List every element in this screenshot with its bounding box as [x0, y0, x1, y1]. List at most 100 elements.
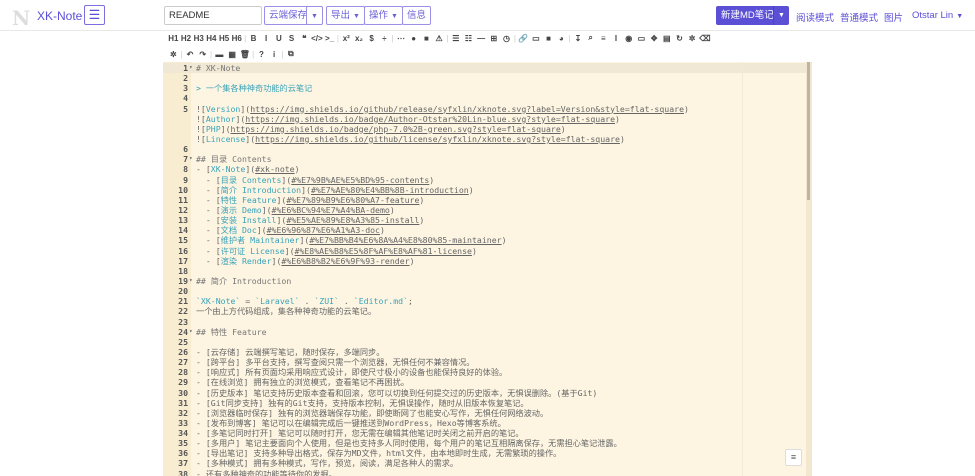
brand-link[interactable]: XK-Note [37, 9, 82, 23]
undo-button[interactable]: ↶ [184, 50, 197, 59]
quote-button[interactable]: ❝ [298, 34, 311, 43]
h1-button[interactable]: H1 [167, 34, 180, 43]
token: ) [684, 103, 689, 114]
line-number: 9 [183, 174, 188, 185]
link-button[interactable]: 🔗 [517, 34, 530, 43]
fold-toggle-icon[interactable]: ▾ [189, 63, 193, 73]
code-button[interactable]: </> [311, 34, 324, 43]
search-button[interactable]: ⌕ [584, 33, 597, 43]
images-link[interactable]: 图片 [884, 10, 903, 24]
subscript-button[interactable]: x₂ [353, 34, 366, 43]
fullscreen-button[interactable]: ▭ [635, 34, 648, 43]
line-button[interactable]: — [475, 34, 488, 43]
help-button[interactable]: ? [255, 50, 268, 59]
fold-toggle-icon[interactable]: ▾ [189, 327, 193, 337]
token: - [ [196, 204, 221, 215]
token: ) [615, 113, 620, 124]
cloud-save-label: 云端保存 [269, 10, 308, 21]
h4-button[interactable]: H4 [205, 34, 218, 43]
align-justify-button[interactable]: ≡ [597, 34, 610, 43]
circle-button[interactable]: ● [407, 34, 420, 43]
scrollbar-thumb[interactable] [807, 62, 810, 200]
user-menu[interactable]: Otstar Lin ▼ [912, 10, 963, 21]
line-number: 35 [178, 438, 188, 449]
pagebreak-button[interactable]: ↧ [572, 34, 585, 43]
settings-button[interactable]: ✲ [686, 34, 699, 43]
italic-button[interactable]: I [260, 34, 273, 43]
fold-toggle-icon[interactable]: ▾ [189, 276, 193, 286]
token: ]( [240, 103, 251, 114]
trash-button[interactable]: 🗑 [238, 50, 251, 59]
table-button[interactable]: ⊞ [488, 34, 501, 43]
underline-button[interactable]: U [273, 34, 286, 43]
normal-mode-link[interactable]: 普通模式 [840, 10, 878, 24]
file-button[interactable]: ▤ [660, 34, 673, 43]
divide-button[interactable]: ÷ [378, 34, 391, 43]
actions-dropdown[interactable]: 操作 ▼ [364, 6, 403, 25]
refresh-button[interactable]: ↻ [673, 34, 686, 43]
token: ## 简介 Introduction [196, 275, 292, 286]
video-button[interactable]: ■ [542, 34, 555, 43]
markdown-editor[interactable]: 1 ▾ # XK-Note 2 3 > 一个集各种神奇功能的云笔记 4 5 ![Version]… [163, 62, 812, 476]
code-block-button[interactable]: >_ [323, 34, 336, 43]
line-number: 16 [178, 245, 188, 256]
export-dropdown[interactable]: 导出 ▼ [326, 6, 365, 25]
line-text: - [Git同步支持] 独有的Git支持，支持版本控制，无惧误操作，随时从旧版本… [196, 398, 529, 408]
line-text: 一个由上方代码组成，集各种神奇功能的云笔记。 [196, 306, 376, 316]
line-number: 34 [178, 428, 188, 439]
note-title-input[interactable] [164, 6, 262, 25]
eraser-button[interactable]: ⌫ [699, 34, 712, 43]
caret-down-icon[interactable]: ▼ [773, 6, 789, 25]
token: #%E7%AE%80%E4%BB%8B-introduction [310, 184, 469, 195]
line-text: > 一个集各种神奇功能的云笔记 [196, 83, 312, 93]
strikethrough-button[interactable]: S [285, 34, 298, 43]
vertical-scrollbar[interactable] [806, 62, 812, 476]
toc-button[interactable]: ≡ [785, 449, 802, 466]
token: ]( [256, 225, 267, 236]
line-number: 18 [178, 265, 188, 276]
emoji-button[interactable]: ◕ [555, 34, 568, 43]
superscript-button[interactable]: x² [340, 34, 353, 43]
line-text: # XK-Note [196, 63, 240, 73]
redo-button[interactable]: ↷ [196, 50, 209, 59]
h6-button[interactable]: H6 [230, 34, 243, 43]
token: = [240, 296, 256, 307]
list-ol-button[interactable]: ☷ [462, 34, 475, 43]
menu-toggle-button[interactable]: ☰ [84, 5, 105, 25]
fold-toggle-icon[interactable]: ▾ [189, 154, 193, 164]
square-button[interactable]: ■ [420, 34, 433, 43]
line-number: 21 [178, 296, 188, 307]
token: ]( [220, 123, 231, 134]
list-ul-button[interactable]: ☰ [449, 34, 462, 43]
line-number: 38 [178, 468, 188, 476]
gear-button[interactable]: ✲ [167, 50, 180, 59]
hr-button[interactable]: ⋯ [395, 34, 408, 43]
archive-button[interactable]: ▦ [226, 50, 239, 59]
new-md-note-button[interactable]: 新建MD笔记 ▼ [716, 6, 789, 25]
token: ]( [271, 255, 282, 266]
token: - [浏览器临时保存] 独有的浏览器端保存功能，即使断网了也能安心写作，无惧任何… [196, 407, 549, 418]
tex-button[interactable]: $ [365, 34, 378, 43]
line-number: 14 [178, 225, 188, 236]
arrows-button[interactable]: ✥ [648, 34, 661, 43]
line-number: 25 [178, 336, 188, 347]
h3-button[interactable]: H3 [192, 34, 205, 43]
bold-button[interactable]: B [247, 34, 260, 43]
info-button[interactable]: 信息 [402, 6, 432, 25]
token: #%E6%B8%B2%E6%9F%93-render [281, 255, 410, 266]
info-button[interactable]: i [268, 50, 281, 59]
h2-button[interactable]: H2 [180, 34, 193, 43]
warning-button[interactable]: ⚠ [433, 34, 446, 43]
datetime-button[interactable]: ◷ [500, 34, 513, 43]
cloud-save-dropdown[interactable]: ▼ [306, 6, 323, 25]
cursor-button[interactable]: I [610, 34, 623, 43]
h5-button[interactable]: H5 [218, 34, 231, 43]
line-text: ![Lincense](https://img.shields.io/githu… [196, 134, 625, 144]
image-button[interactable]: ▭ [530, 34, 543, 43]
preview-button[interactable]: ◉ [622, 34, 635, 43]
line-text: - [导出笔记] 支持多种导出格式，保存为MD文件，html文件，由本地即时生成… [196, 448, 561, 458]
save-button[interactable]: ▬ [213, 50, 226, 59]
line-number: 8 [183, 164, 188, 175]
copy-button[interactable]: ⧉ [285, 49, 298, 59]
read-mode-link[interactable]: 阅读模式 [796, 10, 834, 24]
